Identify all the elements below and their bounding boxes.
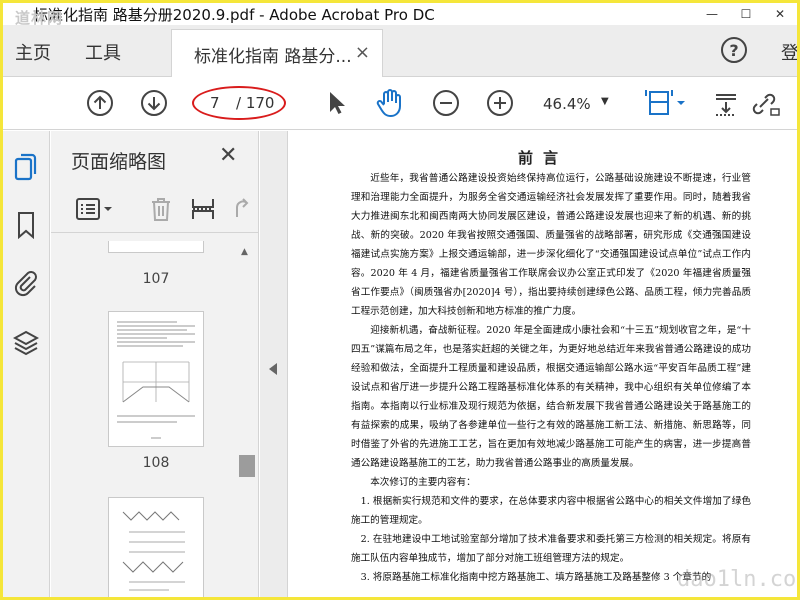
acrobat-window: 道林网 标准化指南 路基分册2020.9.pdf - Adobe Acrobat… bbox=[3, 3, 797, 597]
tools-tab[interactable]: 工具 bbox=[85, 39, 121, 65]
page-thumbnails-icon[interactable] bbox=[12, 153, 40, 181]
delete-pages-icon[interactable] bbox=[147, 195, 175, 223]
list-item: 1. 根据新实行规范和文件的要求，在总体要求内容中根据省公路中心的相关文件增加了… bbox=[351, 496, 751, 526]
document-view: 前言 近些年，我省普通公路建设投资始终保持高位运行，公路基础设施建设不断提速，行… bbox=[289, 131, 797, 597]
paragraph: 迎接新机遇，奋战新征程。2020 年是全面建成小康社会和“十三五”规划收官之年，… bbox=[351, 325, 751, 469]
close-tab-icon[interactable]: × bbox=[355, 42, 370, 63]
thumbnail-label: 108 bbox=[142, 455, 170, 471]
title-bar: 道林网 标准化指南 路基分册2020.9.pdf - Adobe Acrobat… bbox=[3, 3, 797, 27]
page-number-box: 7 / 170 bbox=[192, 86, 286, 120]
select-cursor-icon[interactable] bbox=[321, 88, 351, 118]
thumbnail-page-107[interactable] bbox=[108, 241, 204, 253]
window-controls: — ☐ ✕ bbox=[695, 3, 797, 25]
thumbnail-page-109[interactable] bbox=[108, 497, 204, 597]
panel-close-icon[interactable]: ✕ bbox=[219, 143, 237, 168]
minimize-button[interactable]: — bbox=[695, 3, 729, 25]
document-body: 近些年，我省普通公路建设投资始终保持高位运行，公路基础设施建设不断提速，行业管理… bbox=[351, 169, 751, 587]
document-tab[interactable]: 标准化指南 路基分... × bbox=[171, 29, 383, 77]
document-tab-label: 标准化指南 路基分... bbox=[194, 47, 352, 67]
panel-title: 页面缩略图 bbox=[71, 151, 167, 173]
main-toolbar: 7 / 170 46.4% ▼ bbox=[3, 78, 797, 130]
hand-icon[interactable] bbox=[375, 88, 405, 118]
bookmark-icon[interactable] bbox=[12, 211, 40, 239]
tab-bar: 主页 工具 标准化指南 路基分... × ? 登 bbox=[3, 25, 797, 77]
zoom-out-icon[interactable] bbox=[431, 88, 461, 118]
insert-pages-icon[interactable] bbox=[189, 195, 217, 223]
page-fit-icon[interactable] bbox=[643, 88, 687, 118]
scroll-thumb[interactable] bbox=[239, 455, 255, 477]
page-up-icon[interactable] bbox=[85, 88, 115, 118]
rotate-icon[interactable] bbox=[227, 195, 255, 223]
home-tab[interactable]: 主页 bbox=[15, 39, 51, 65]
zoom-in-icon[interactable] bbox=[485, 88, 515, 118]
options-menu-icon[interactable] bbox=[75, 195, 115, 223]
navigation-rail bbox=[3, 131, 50, 597]
list-item: 2. 在驻地建设中工地试验室部分增加了技术准备要求和委托第三方检测的相关规定。将… bbox=[351, 534, 751, 564]
collapse-arrow-icon[interactable] bbox=[269, 363, 277, 375]
scroll-mode-icon[interactable] bbox=[711, 88, 741, 118]
thumbnail-page-108[interactable] bbox=[108, 311, 204, 447]
window-title: 标准化指南 路基分册2020.9.pdf - Adobe Acrobat Pro… bbox=[33, 5, 435, 24]
help-icon[interactable]: ? bbox=[721, 37, 747, 63]
thumbnail-list: 107 108 bbox=[51, 241, 241, 597]
layers-icon[interactable] bbox=[12, 329, 40, 357]
close-window-button[interactable]: ✕ bbox=[763, 3, 797, 25]
paragraph: 近些年，我省普通公路建设投资始终保持高位运行，公路基础设施建设不断提速，行业管理… bbox=[351, 173, 751, 317]
sign-in-button[interactable]: 登 bbox=[781, 39, 797, 65]
thumbnail-scrollbar[interactable]: ▲ bbox=[237, 243, 255, 597]
share-link-icon[interactable] bbox=[751, 88, 781, 118]
panel-toolbar bbox=[51, 183, 259, 233]
red-highlight-ring bbox=[192, 86, 286, 120]
page-heading: 前言 bbox=[517, 149, 568, 167]
page-down-icon[interactable] bbox=[139, 88, 169, 118]
watermark-text: dao1ln.com bbox=[677, 567, 797, 592]
collapse-panel-strip[interactable] bbox=[260, 131, 288, 597]
maximize-button[interactable]: ☐ bbox=[729, 3, 763, 25]
list-intro: 本次修订的主要内容有： bbox=[370, 477, 476, 488]
zoom-dropdown-icon[interactable]: ▼ bbox=[601, 96, 609, 107]
attachment-icon[interactable] bbox=[12, 269, 40, 297]
scroll-up-icon[interactable]: ▲ bbox=[241, 247, 248, 257]
zoom-level[interactable]: 46.4% bbox=[543, 95, 591, 113]
thumbnail-label: 107 bbox=[142, 271, 170, 287]
page-thumbnails-panel: 页面缩略图 ✕ 107 108 ▲ bbox=[51, 131, 259, 597]
